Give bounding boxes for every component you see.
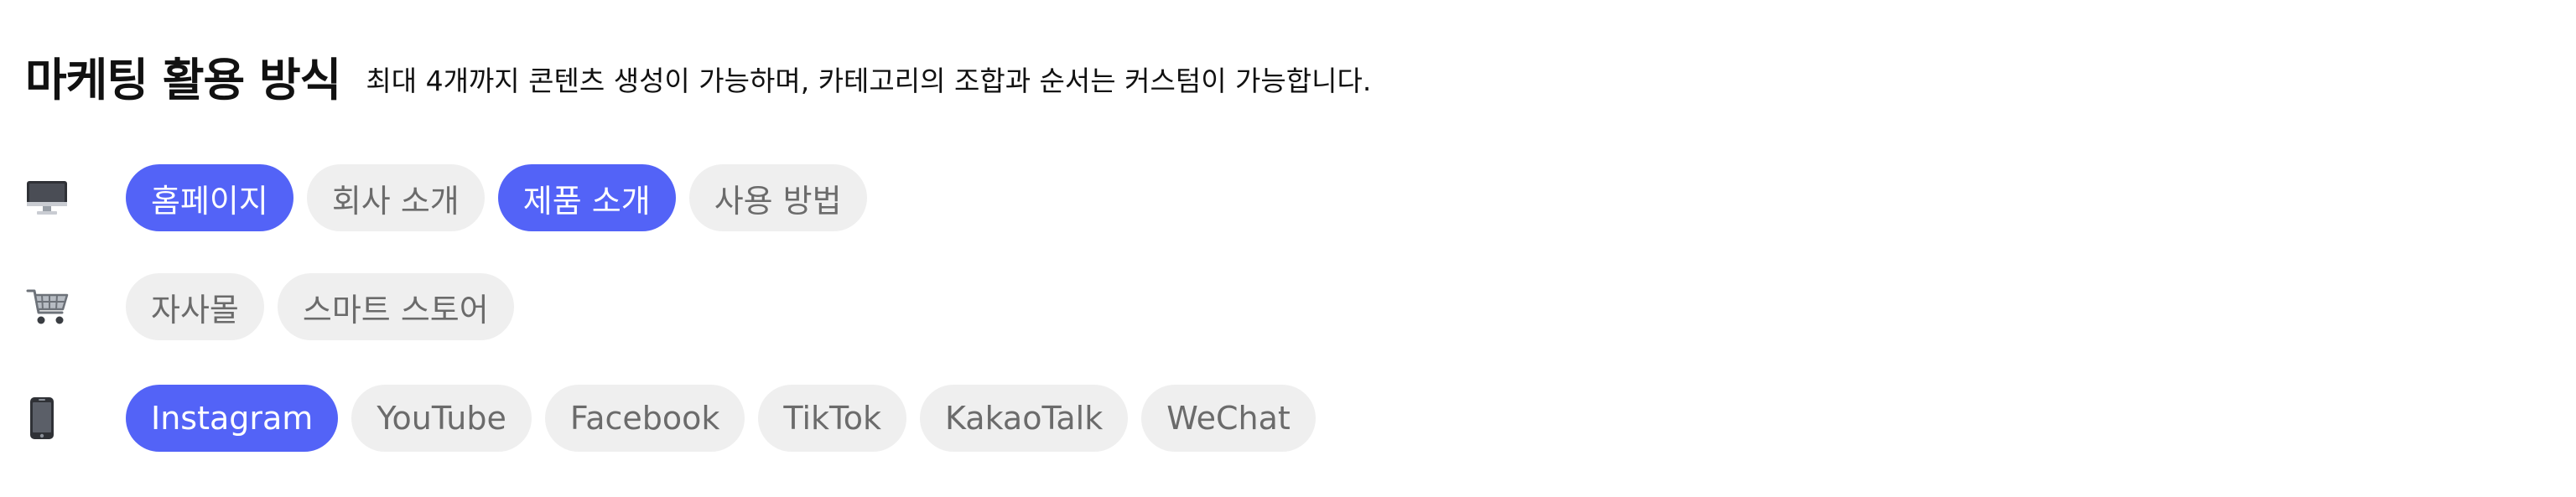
social-chip-group: Instagram YouTube Facebook TikTok KakaoT…: [126, 385, 1316, 452]
commerce-chip-group: 자사몰 스마트 스토어: [126, 273, 514, 340]
chip-instagram[interactable]: Instagram: [126, 385, 339, 452]
marketing-usage-panel: 마케팅 활용 방식 최대 4개까지 콘텐츠 생성이 가능하며, 카테고리의 조합…: [0, 0, 2576, 497]
chip-how-to-use[interactable]: 사용 방법: [688, 164, 867, 231]
row-commerce: 자사몰 스마트 스토어: [25, 273, 514, 340]
row-social: Instagram YouTube Facebook TikTok KakaoT…: [25, 385, 1316, 452]
chip-own-mall[interactable]: 자사몰: [126, 273, 264, 340]
section-header: 마케팅 활용 방식 최대 4개까지 콘텐츠 생성이 가능하며, 카테고리의 조합…: [25, 47, 1371, 114]
section-title: 마케팅 활용 방식: [25, 54, 341, 106]
shopping-cart-icon: [25, 273, 126, 340]
chip-homepage[interactable]: 홈페이지: [126, 164, 293, 231]
row-website: 홈페이지 회사 소개 제품 소개 사용 방법: [25, 164, 867, 231]
section-description: 최대 4개까지 콘텐츠 생성이 가능하며, 카테고리의 조합과 순서는 커스텀이…: [366, 64, 1372, 97]
mobile-phone-icon: [25, 385, 126, 452]
chip-wechat[interactable]: WeChat: [1141, 385, 1316, 452]
chip-tiktok[interactable]: TikTok: [758, 385, 907, 452]
chip-kakaotalk[interactable]: KakaoTalk: [920, 385, 1129, 452]
chip-product-intro[interactable]: 제품 소개: [497, 164, 676, 231]
chip-smart-store[interactable]: 스마트 스토어: [277, 273, 514, 340]
chip-facebook[interactable]: Facebook: [544, 385, 745, 452]
desktop-computer-icon: [25, 164, 126, 231]
website-chip-group: 홈페이지 회사 소개 제품 소개 사용 방법: [126, 164, 867, 231]
chip-company-intro[interactable]: 회사 소개: [306, 164, 485, 231]
chip-youtube[interactable]: YouTube: [351, 385, 532, 452]
